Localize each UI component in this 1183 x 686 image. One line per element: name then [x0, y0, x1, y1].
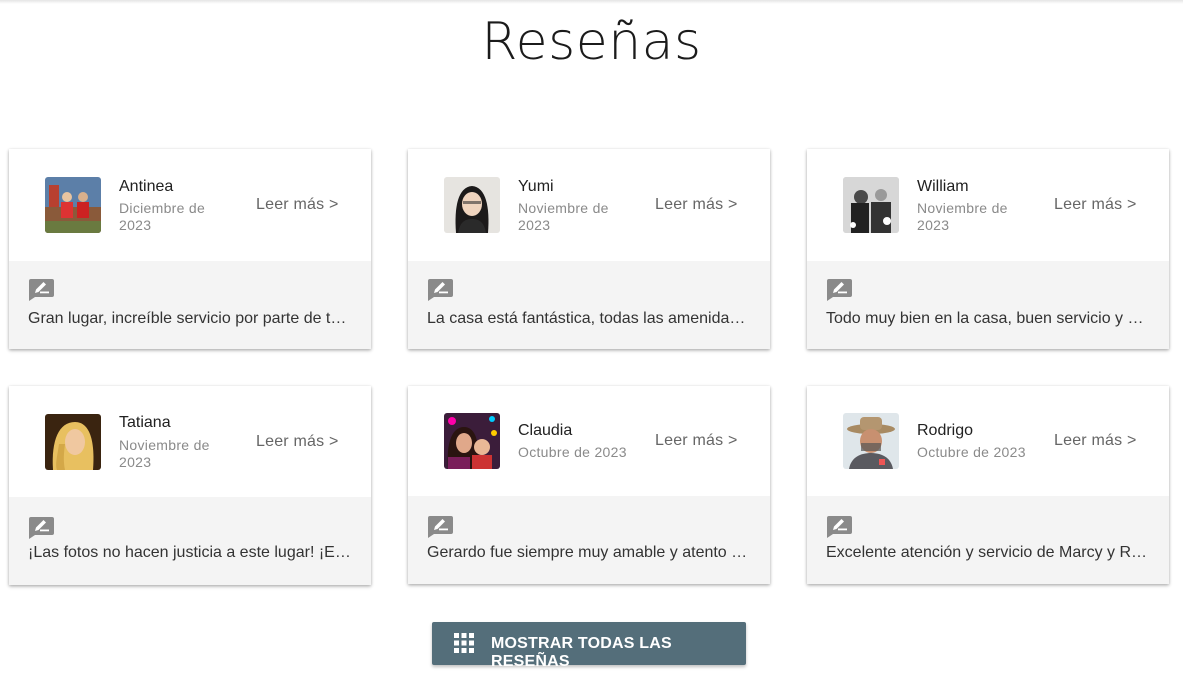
reviewer-name: Antinea [119, 178, 174, 195]
review-card-body: Excelente atención y servicio de Marcy y… [807, 496, 1169, 584]
avatar [45, 414, 101, 470]
rate-review-icon [827, 279, 852, 301]
review-card-body: ¡Las fotos no hacen justicia a este luga… [9, 497, 371, 585]
review-card-header: Claudia Octubre de 2023 Leer más > [408, 386, 770, 496]
review-date: Noviembre de 2023 [119, 437, 210, 470]
review-text: ¡Las fotos no hacen justicia a este luga… [28, 544, 353, 561]
reviewer-name: Rodrigo [917, 422, 974, 439]
review-text: Todo muy bien en la casa, buen servicio … [826, 310, 1151, 327]
avatar [843, 177, 899, 233]
rate-review-icon [428, 516, 453, 538]
review-card-header: Rodrigo Octubre de 2023 Leer más > [807, 386, 1169, 496]
read-more-link[interactable]: Leer más > [256, 196, 338, 214]
rate-review-icon [29, 279, 54, 301]
review-card-body: La casa está fantástica, todas las ameni… [408, 261, 770, 349]
review-text: Excelente atención y servicio de Marcy y… [826, 544, 1151, 561]
review-text: Gerardo fue siempre muy amable y atento … [427, 544, 752, 561]
read-more-link[interactable]: Leer más > [655, 432, 737, 450]
read-more-link[interactable]: Leer más > [256, 433, 338, 451]
review-card: Rodrigo Octubre de 2023 Leer más > Excel… [807, 386, 1169, 584]
read-more-link[interactable]: Leer más > [655, 196, 737, 214]
review-text: La casa está fantástica, todas las ameni… [427, 310, 752, 327]
review-date: Diciembre de 2023 [119, 200, 206, 233]
show-all-reviews-button[interactable]: MOSTRAR TODAS LAS RESEÑAS [432, 622, 746, 670]
review-card: Tatiana Noviembre de 2023 Leer más > ¡La… [9, 386, 371, 585]
reviewer-name: Yumi [518, 178, 554, 195]
read-more-link[interactable]: Leer más > [1054, 196, 1136, 214]
review-date: Octubre de 2023 [917, 444, 1026, 460]
review-card-header: William Noviembre de 2023 Leer más > [807, 149, 1169, 261]
review-card-header: Tatiana Noviembre de 2023 Leer más > [9, 386, 371, 497]
reviewer-name: William [917, 178, 969, 195]
avatar [444, 177, 500, 233]
review-date: Noviembre de 2023 [917, 200, 1008, 233]
review-card-header: Antinea Diciembre de 2023 Leer más > [9, 149, 371, 261]
grid-icon [454, 633, 474, 653]
rate-review-icon [827, 516, 852, 538]
review-date: Octubre de 2023 [518, 444, 627, 460]
review-card-body: Gerardo fue siempre muy amable y atento … [408, 496, 770, 584]
avatar [444, 413, 500, 469]
header-shadow [0, 0, 1183, 4]
review-card-body: Todo muy bien en la casa, buen servicio … [807, 261, 1169, 349]
review-card-body: Gran lugar, increíble servicio por parte… [9, 261, 371, 349]
review-card: Antinea Diciembre de 2023 Leer más > Gra… [9, 149, 371, 349]
reviewer-name: Claudia [518, 422, 573, 439]
review-card: William Noviembre de 2023 Leer más > Tod… [807, 149, 1169, 349]
review-card: Claudia Octubre de 2023 Leer más > Gerar… [408, 386, 770, 584]
reviewer-name: Tatiana [119, 414, 171, 431]
show-all-label: MOSTRAR TODAS LAS RESEÑAS [491, 635, 672, 670]
avatar [843, 413, 899, 469]
rate-review-icon [428, 279, 453, 301]
avatar [45, 177, 101, 233]
review-text: Gran lugar, increíble servicio por parte… [28, 310, 353, 327]
review-card: Yumi Noviembre de 2023 Leer más > La cas… [408, 149, 770, 349]
read-more-link[interactable]: Leer más > [1054, 432, 1136, 450]
rate-review-icon [29, 517, 54, 539]
review-date: Noviembre de 2023 [518, 200, 609, 233]
page-title: Reseñas [481, 12, 702, 72]
review-card-header: Yumi Noviembre de 2023 Leer más > [408, 149, 770, 261]
